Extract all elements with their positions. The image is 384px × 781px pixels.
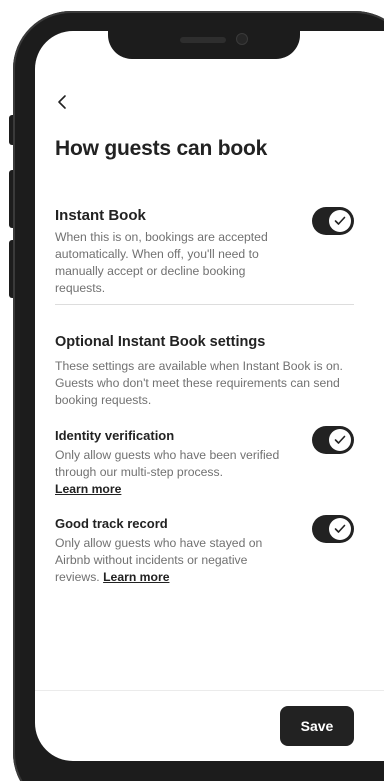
instant-book-toggle[interactable] <box>312 207 354 235</box>
identity-verification-text: Only allow guests who have been verified… <box>55 448 280 479</box>
toggle-knob <box>329 518 351 540</box>
toggle-knob <box>329 210 351 232</box>
save-button[interactable]: Save <box>280 706 354 746</box>
optional-settings-title: Optional Instant Book settings <box>55 334 266 350</box>
track-record-title: Good track record <box>55 516 168 531</box>
instant-book-description: When this is on, bookings are accepted a… <box>55 230 268 295</box>
identity-verification-title: Identity verification <box>55 428 175 443</box>
phone-notch <box>108 29 300 59</box>
section-divider <box>55 304 354 305</box>
page-title: How guests can book <box>55 137 268 160</box>
check-icon <box>334 216 346 225</box>
phone-screen: How guests can book Instant Book When th… <box>35 31 384 761</box>
track-record-description: Only allow guests who have stayed on Air… <box>55 535 275 586</box>
check-icon <box>334 435 346 444</box>
phone-camera <box>236 33 248 45</box>
check-icon <box>334 524 346 533</box>
identity-verification-description: Only allow guests who have been verified… <box>55 447 280 498</box>
track-record-learn-more-link[interactable]: Learn more <box>103 570 169 584</box>
identity-verification-toggle[interactable] <box>312 426 354 454</box>
instant-book-title: Instant Book <box>55 207 146 224</box>
back-button[interactable] <box>53 91 73 113</box>
toggle-knob <box>329 429 351 451</box>
chevron-left-icon <box>58 95 66 109</box>
optional-settings-description: These settings are available when Instan… <box>55 359 343 407</box>
phone-speaker <box>180 37 226 43</box>
track-record-toggle[interactable] <box>312 515 354 543</box>
footer-divider <box>35 690 384 691</box>
identity-learn-more-link[interactable]: Learn more <box>55 482 121 496</box>
app-stage: How guests can book Instant Book When th… <box>0 0 384 781</box>
